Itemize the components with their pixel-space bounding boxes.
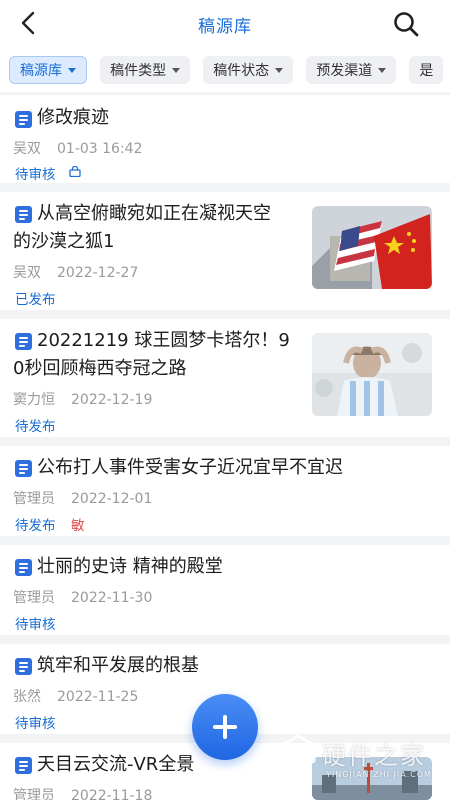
- caret-down-icon: [172, 67, 181, 73]
- back-arrow-icon[interactable]: [16, 10, 42, 36]
- filter-more[interactable]: 是: [409, 56, 444, 84]
- article-date: 2022-11-25: [57, 689, 139, 705]
- status-badge: 已发布: [15, 292, 56, 308]
- filter-label: 稿件类型: [110, 63, 167, 79]
- search-icon[interactable]: [392, 10, 420, 38]
- article-date: 2022-12-19: [71, 392, 153, 408]
- article-title: 壮丽的史诗 精神的殿堂: [37, 556, 223, 577]
- article-title: 从高空俯瞰宛如正在凝视天空: [37, 203, 271, 224]
- article-meta: 吴双 2022-12-27: [13, 262, 138, 282]
- filter-label: 稿源库: [20, 63, 62, 79]
- filter-bar: 稿源库 稿件类型 稿件状态 预发渠道 是: [0, 48, 450, 92]
- article-author: 管理员: [13, 590, 55, 606]
- article-date: 2022-12-27: [57, 265, 139, 281]
- article-date: 01-03 16:42: [57, 141, 143, 157]
- article-date: 2022-11-18: [71, 788, 153, 800]
- article-meta: 管理员 2022-12-01: [13, 488, 152, 508]
- article-meta: 吴双 01-03 16:42: [13, 138, 142, 158]
- lock-icon: [69, 166, 81, 177]
- article-card[interactable]: 从高空俯瞰宛如正在凝视天空 的沙漠之狐1 吴双 2022-12-27 已发布: [0, 192, 450, 310]
- document-icon: [15, 460, 32, 477]
- status-badge: 待审核: [15, 167, 56, 183]
- article-title-line2: 0秒回顾梅西夺冠之路: [13, 358, 187, 379]
- document-icon: [15, 111, 32, 128]
- filter-article-type[interactable]: 稿件类型: [100, 56, 191, 84]
- status-badge: 待审核: [15, 617, 56, 633]
- filter-label: 稿件状态: [213, 63, 270, 79]
- article-card[interactable]: 修改痕迹 吴双 01-03 16:42 待审核: [0, 95, 450, 183]
- article-meta: 管理员 2022-11-18: [13, 785, 152, 800]
- top-bar: 稿源库: [0, 0, 450, 48]
- watermark-logo-icon: [280, 734, 316, 772]
- article-meta: 管理员 2022-11-30: [13, 587, 152, 607]
- article-card[interactable]: 20221219 球王圆梦卡塔尔！9 0秒回顾梅西夺冠之路 窦力恒 2022-12…: [0, 319, 450, 437]
- caret-down-icon: [68, 67, 76, 73]
- status-badge: 待发布: [15, 419, 56, 435]
- document-icon: [15, 206, 32, 223]
- article-card[interactable]: 公布打人事件受害女子近况宜早不宜迟 管理员 2022-12-01 待发布 敏: [0, 446, 450, 536]
- filter-label: 是: [419, 63, 434, 79]
- sensitive-tag: 敏: [71, 518, 85, 534]
- article-date: 2022-11-30: [71, 590, 153, 606]
- article-title: 筑牢和平发展的根基: [37, 655, 199, 676]
- article-title: 修改痕迹: [37, 107, 109, 128]
- plus-icon-vertical: [223, 715, 227, 739]
- article-meta: 张然 2022-11-25: [13, 686, 138, 706]
- status-badge: 待发布: [15, 518, 56, 534]
- article-title: 公布打人事件受害女子近况宜早不宜迟: [37, 457, 343, 478]
- article-title-line2: 的沙漠之狐1: [13, 231, 115, 252]
- filter-label: 预发渠道: [316, 63, 373, 79]
- article-date: 2022-12-01: [71, 491, 153, 507]
- article-author: 张然: [13, 689, 41, 705]
- article-author: 窦力恒: [13, 392, 55, 408]
- document-icon: [15, 559, 32, 576]
- caret-down-icon: [275, 67, 284, 73]
- article-thumbnail: [312, 206, 432, 289]
- document-icon: [15, 333, 32, 350]
- article-author: 吴双: [13, 265, 41, 281]
- watermark-subtext: YINGJIAN ZHI JIA.COM: [326, 770, 432, 779]
- article-card[interactable]: 壮丽的史诗 精神的殿堂 管理员 2022-11-30 待审核: [0, 545, 450, 635]
- document-icon: [15, 757, 32, 774]
- article-meta: 窦力恒 2022-12-19: [13, 389, 152, 409]
- article-author: 管理员: [13, 788, 55, 800]
- article-title: 20221219 球王圆梦卡塔尔！9: [37, 330, 290, 351]
- filter-source-library[interactable]: 稿源库: [9, 56, 87, 84]
- filter-article-status[interactable]: 稿件状态: [203, 56, 294, 84]
- filter-publish-channel[interactable]: 预发渠道: [306, 56, 397, 84]
- watermark: 硬件之家 YINGJIAN ZHI JIA.COM: [280, 730, 440, 790]
- page-title: 稿源库: [198, 16, 252, 37]
- document-icon: [15, 658, 32, 675]
- article-title: 天目云交流-VR全景: [37, 754, 195, 775]
- caret-down-icon: [378, 67, 387, 73]
- add-article-button[interactable]: [192, 694, 258, 760]
- article-author: 管理员: [13, 491, 55, 507]
- article-author: 吴双: [13, 141, 41, 157]
- watermark-text: 硬件之家: [322, 742, 426, 770]
- article-thumbnail: [312, 333, 432, 416]
- status-badge: 待审核: [15, 716, 56, 732]
